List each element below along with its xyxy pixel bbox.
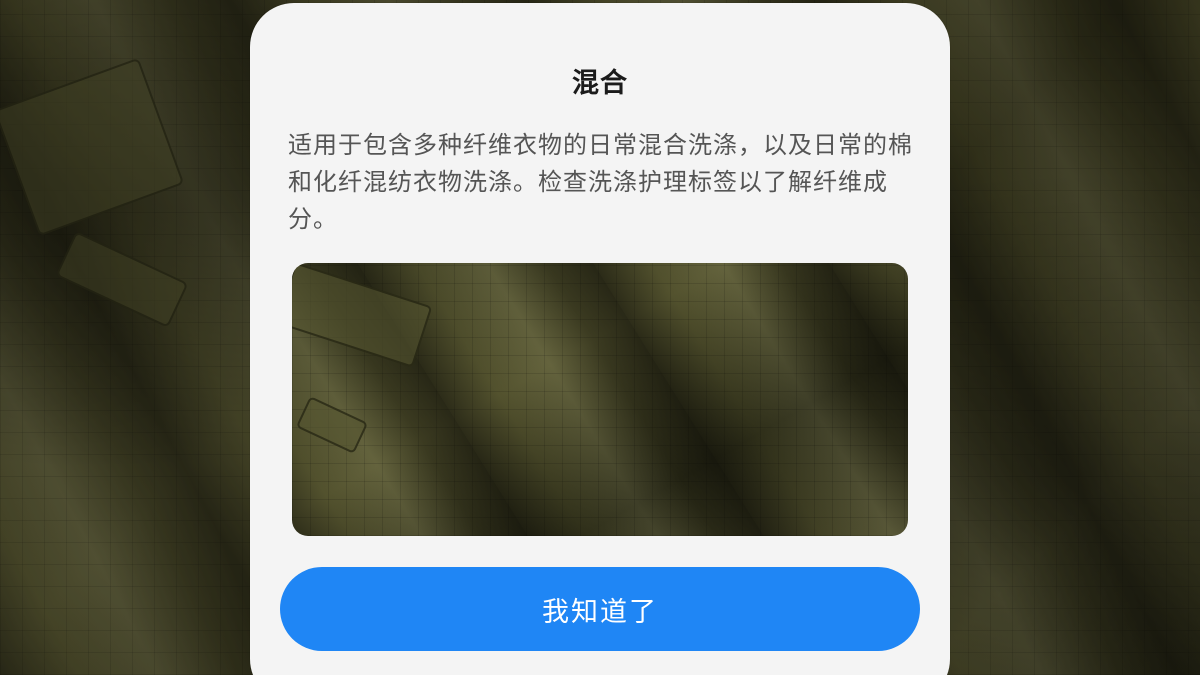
dialog-title: 混合 — [572, 68, 628, 99]
fabric-preview-image — [292, 263, 908, 536]
wash-mode-info-dialog: 混合 适用于包含多种纤维衣物的日常混合洗涤，以及日常的棉和化纤混纺衣物洗涤。检查… — [250, 3, 950, 675]
screen: 混合 适用于包含多种纤维衣物的日常混合洗涤，以及日常的棉和化纤混纺衣物洗涤。检查… — [0, 0, 1200, 675]
preview-belt-loop — [295, 396, 369, 454]
dialog-description: 适用于包含多种纤维衣物的日常混合洗涤，以及日常的棉和化纤混纺衣物洗涤。检查洗涤护… — [288, 131, 913, 233]
got-it-button[interactable]: 我知道了 — [280, 567, 920, 651]
preview-pocket-strap — [292, 263, 433, 368]
